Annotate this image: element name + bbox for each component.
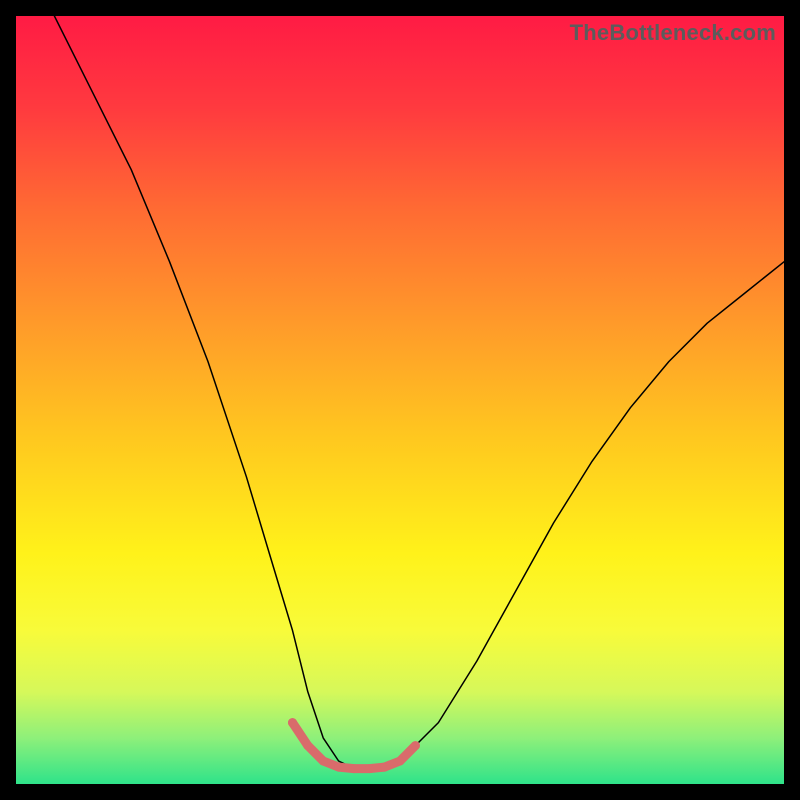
watermark-text: TheBottleneck.com — [570, 20, 776, 46]
series-marker — [319, 757, 328, 766]
series-marker — [365, 764, 374, 773]
series-marker — [396, 757, 405, 766]
chart-frame: TheBottleneck.com — [0, 0, 800, 800]
series-marker — [349, 764, 358, 773]
series-marker — [411, 741, 420, 750]
gradient-background — [16, 16, 784, 784]
series-marker — [380, 763, 389, 772]
chart-svg — [16, 16, 784, 784]
series-marker — [288, 718, 297, 727]
plot-area: TheBottleneck.com — [16, 16, 784, 784]
series-marker — [303, 741, 312, 750]
series-marker — [334, 763, 343, 772]
